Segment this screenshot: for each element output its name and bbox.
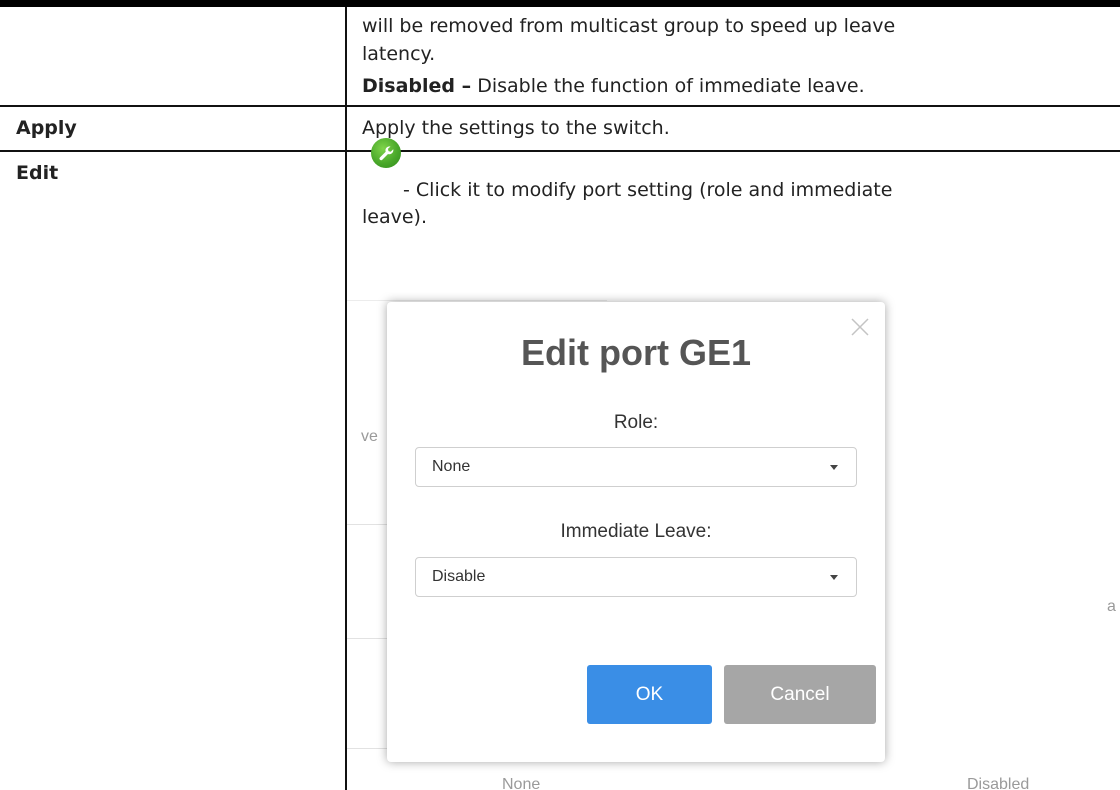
role-select[interactable]: None <box>415 447 857 487</box>
bg-divider <box>347 300 607 301</box>
bg-divider <box>347 638 387 639</box>
disabled-desc: Disable the function of immediate leave. <box>477 75 865 97</box>
apply-term: Apply <box>16 117 77 139</box>
bg-text-fragment: a <box>1107 598 1116 615</box>
description-table: will be removed from multicast group to … <box>0 0 1120 790</box>
bg-text-fragment: ve <box>361 428 378 445</box>
chevron-down-icon <box>830 575 838 580</box>
immediate-leave-value: Disable <box>432 568 486 585</box>
ok-button[interactable]: OK <box>587 665 712 724</box>
row-divider <box>0 150 1120 152</box>
edit-term: Edit <box>16 162 59 184</box>
apply-desc: Apply the settings to the switch. <box>362 117 670 139</box>
edit-port-modal: Edit port GE1 Role: None Immediate Leave… <box>387 302 885 762</box>
top-rule <box>0 0 1120 7</box>
chevron-down-icon <box>830 465 838 470</box>
dialog-screenshot: ve a None Disabled Edit port GE1 Role: N… <box>347 292 1120 790</box>
modal-title: Edit port GE1 <box>520 332 751 373</box>
bg-text-fragment: Disabled <box>967 776 1030 790</box>
bg-divider <box>347 748 387 749</box>
edit-desc-line-2: leave). <box>362 206 427 228</box>
disabled-definition: Disabled – Disable the function of immed… <box>362 72 865 100</box>
wrench-icon <box>371 138 401 168</box>
disabled-term: Disabled – <box>362 75 472 97</box>
bg-text-fragment: None <box>502 776 541 790</box>
intro-line-1: will be removed from multicast group to … <box>362 15 896 37</box>
role-value: None <box>432 458 471 475</box>
row-divider <box>0 105 1120 107</box>
immediate-leave-label: Immediate Leave: <box>560 521 712 542</box>
intro-line-2: latency. <box>362 43 436 65</box>
bg-divider <box>347 524 387 525</box>
role-label: Role: <box>613 412 659 433</box>
immediate-leave-select[interactable]: Disable <box>415 557 857 597</box>
cancel-button[interactable]: Cancel <box>724 665 876 724</box>
edit-desc-line-1: - Click it to modify port setting (role … <box>403 179 893 201</box>
